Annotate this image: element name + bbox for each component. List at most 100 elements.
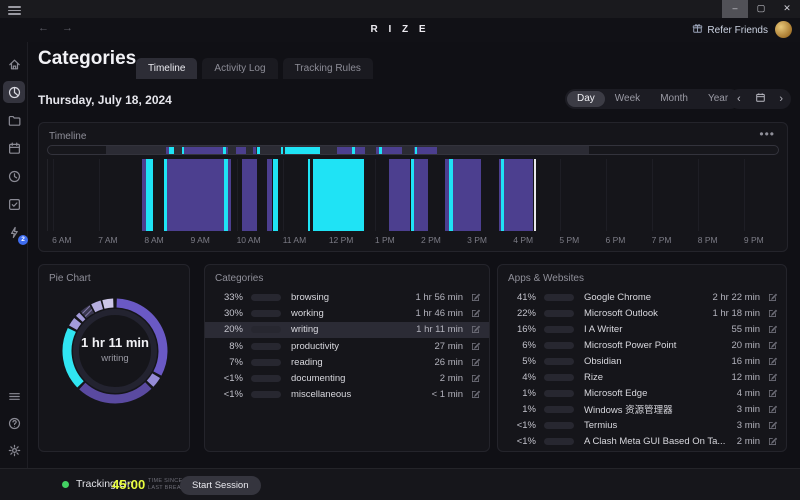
donut-chart[interactable]: 1 hr 11 min writing <box>57 293 173 409</box>
row-bar <box>251 294 281 301</box>
app-row[interactable]: 1%Microsoft Edge4 min <box>498 385 786 401</box>
timeline-activity-block-purple[interactable] <box>267 159 271 231</box>
app-row[interactable]: 41%Google Chrome2 hr 22 min <box>498 289 786 305</box>
edit-icon[interactable] <box>767 404 778 415</box>
tab-tracking-rules[interactable]: Tracking Rules <box>283 58 373 79</box>
timeline-activity-block-cyan[interactable] <box>308 159 311 231</box>
timeline-activity-block-purple[interactable] <box>389 159 410 231</box>
category-row[interactable]: 7%reading26 min <box>205 354 489 370</box>
minimize-button[interactable]: – <box>722 0 748 18</box>
hour-gridline <box>99 159 100 231</box>
sidebar-item-home-icon[interactable] <box>3 53 25 75</box>
donut-segment[interactable] <box>79 316 82 319</box>
timeline-activity-block-white[interactable] <box>534 159 536 231</box>
axis-tick-label: 1 PM <box>375 235 395 245</box>
range-selector: DayWeekMonthYear <box>565 89 740 109</box>
menu-icon[interactable] <box>8 4 21 14</box>
row-percent: 6% <box>498 340 536 351</box>
sidebar-item-pie-timer-icon[interactable] <box>3 81 25 103</box>
donut-segment[interactable] <box>103 303 113 304</box>
timeline-activity-block-purple[interactable] <box>167 159 224 231</box>
row-time: 55 min <box>731 324 760 335</box>
edit-icon[interactable] <box>767 356 778 367</box>
edit-icon[interactable] <box>767 388 778 399</box>
timeline-activity-block-purple[interactable] <box>228 159 231 231</box>
donut-segment[interactable] <box>84 309 92 315</box>
edit-icon[interactable] <box>470 292 481 303</box>
timeline-activity-block-purple[interactable] <box>242 159 257 231</box>
row-name: I A Writer <box>584 324 731 335</box>
timeline-minimap[interactable] <box>47 145 779 155</box>
start-session-button[interactable]: Start Session <box>180 476 261 495</box>
axis-tick-label: 11 AM <box>283 235 306 245</box>
app-row[interactable]: 4%Rize12 min <box>498 369 786 385</box>
edit-icon[interactable] <box>470 373 481 384</box>
edit-icon[interactable] <box>470 357 481 368</box>
app-row[interactable]: 22%Microsoft Outlook1 hr 18 min <box>498 305 786 321</box>
timeline-chart[interactable] <box>47 159 779 231</box>
edit-icon[interactable] <box>767 420 778 431</box>
refer-friends-label: Refer Friends <box>707 25 768 36</box>
sidebar-item-clock-icon[interactable] <box>3 165 25 187</box>
category-row[interactable]: <1%miscellaneous< 1 min <box>205 387 489 403</box>
category-row[interactable]: 33%browsing1 hr 56 min <box>205 289 489 305</box>
tab-activity-log[interactable]: Activity Log <box>202 58 277 79</box>
donut-segment[interactable] <box>73 321 78 328</box>
timeline-activity-block-cyan[interactable] <box>273 159 277 231</box>
category-row[interactable]: 20%writing1 hr 11 min <box>205 322 489 338</box>
sidebar-item-folder-icon[interactable] <box>3 109 25 131</box>
app-row[interactable]: 16%I A Writer55 min <box>498 321 786 337</box>
donut-segment[interactable] <box>93 305 102 308</box>
hour-gridline <box>375 159 376 231</box>
range-day[interactable]: Day <box>567 91 605 107</box>
edit-icon[interactable] <box>767 436 778 447</box>
row-name: browsing <box>291 292 415 303</box>
category-row[interactable]: 8%productivity27 min <box>205 338 489 354</box>
next-day-button[interactable]: › <box>779 90 783 108</box>
sidebar-item-check-square-icon[interactable] <box>3 193 25 215</box>
row-name: reading <box>291 357 434 368</box>
avatar[interactable] <box>775 21 792 38</box>
edit-icon[interactable] <box>767 292 778 303</box>
timeline-activity-block-purple[interactable] <box>504 159 533 231</box>
tab-timeline[interactable]: Timeline <box>136 58 197 79</box>
category-row[interactable]: 30%working1 hr 46 min <box>205 305 489 321</box>
timeline-menu-icon[interactable]: ••• <box>759 127 775 141</box>
calendar-picker-icon[interactable] <box>755 90 766 108</box>
range-month[interactable]: Month <box>650 91 698 107</box>
edit-icon[interactable] <box>470 324 481 335</box>
timeline-activity-block-purple[interactable] <box>414 159 428 231</box>
sidebar-item-gear-icon[interactable] <box>3 439 25 461</box>
range-week[interactable]: Week <box>605 91 650 107</box>
minimap-block <box>337 147 352 155</box>
close-button[interactable]: ✕ <box>774 0 800 18</box>
timeline-activity-block-cyan[interactable] <box>146 159 153 231</box>
edit-icon[interactable] <box>470 341 481 352</box>
row-name: Rize <box>584 372 731 383</box>
edit-icon[interactable] <box>767 324 778 335</box>
edit-icon[interactable] <box>470 308 481 319</box>
sidebar-item-list-icon[interactable] <box>3 385 25 407</box>
row-name: Obsidian <box>584 356 731 367</box>
edit-icon[interactable] <box>767 340 778 351</box>
app-row[interactable]: 6%Microsoft Power Point20 min <box>498 337 786 353</box>
maximize-button[interactable]: ▢ <box>748 0 774 18</box>
prev-day-button[interactable]: ‹ <box>737 90 741 108</box>
app-row[interactable]: 5%Obsidian16 min <box>498 353 786 369</box>
donut-segment[interactable] <box>150 376 156 384</box>
refer-friends-button[interactable]: Refer Friends <box>692 23 768 37</box>
sidebar-item-calendar-icon[interactable] <box>3 137 25 159</box>
timeline-activity-block-cyan[interactable] <box>313 159 364 231</box>
axis-tick-label: 8 AM <box>144 235 163 245</box>
sidebar-item-help-icon[interactable] <box>3 412 25 434</box>
sidebar-item-zap-icon[interactable]: 2 <box>3 221 25 243</box>
edit-icon[interactable] <box>470 389 481 400</box>
app-row[interactable]: <1%Termius3 min <box>498 417 786 433</box>
edit-icon[interactable] <box>767 308 778 319</box>
app-row[interactable]: 1%Windows 资源管理器3 min <box>498 401 786 417</box>
category-row[interactable]: <1%documenting2 min <box>205 370 489 386</box>
app-row[interactable]: <1%A Clash Meta GUI Based On Ta...2 min <box>498 433 786 449</box>
row-bar <box>544 294 574 301</box>
edit-icon[interactable] <box>767 372 778 383</box>
timeline-activity-block-purple[interactable] <box>453 159 482 231</box>
